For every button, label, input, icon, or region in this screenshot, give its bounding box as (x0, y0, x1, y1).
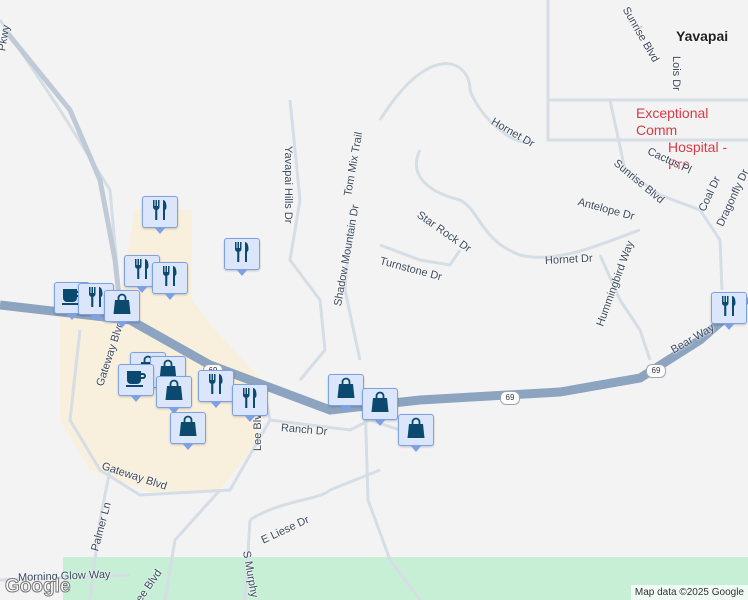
shopping-bag-icon (162, 378, 186, 407)
fork-knife-icon (158, 264, 182, 293)
shopping-marker[interactable] (104, 290, 140, 328)
poi-label-line1: Exceptional Comm (636, 105, 709, 138)
shopping-marker[interactable] (170, 412, 206, 450)
shopping-marker[interactable] (156, 376, 192, 414)
shopping-marker[interactable] (362, 388, 398, 426)
city-label: Yavapai (676, 28, 729, 44)
shopping-bag-icon (404, 416, 428, 445)
parkway (3, 28, 123, 306)
street-label: Hornet Dr (544, 252, 593, 267)
restaurant-marker[interactable] (198, 370, 234, 408)
google-logo: Google (4, 576, 71, 598)
highway-shield: 69 (500, 391, 520, 405)
shopping-bag-icon (110, 292, 134, 321)
fork-knife-icon (230, 240, 254, 269)
shopping-bag-icon (368, 390, 392, 419)
fork-knife-icon (717, 294, 741, 323)
fork-knife-icon (204, 372, 228, 401)
highway-shield: 69 (646, 364, 666, 378)
restaurant-marker[interactable] (711, 292, 747, 330)
fork-knife-icon (238, 386, 262, 415)
restaurant-marker[interactable] (142, 196, 178, 234)
shopping-marker[interactable] (328, 374, 364, 412)
fork-knife-icon (130, 257, 154, 286)
cafe-marker[interactable] (118, 364, 154, 402)
map-canvas[interactable]: Yavapai Exceptional Comm Hospital - Pre … (0, 0, 748, 600)
fork-knife-icon (148, 198, 172, 227)
restaurant-marker[interactable] (152, 262, 188, 300)
hospital-poi[interactable]: Exceptional Comm Hospital - Pre (636, 105, 748, 173)
map-attribution[interactable]: Map data ©2025 Google (630, 585, 748, 600)
shopping-bag-icon (176, 414, 200, 443)
shopping-bag-icon (334, 376, 358, 405)
street-label: Yavapai Hills Dr (282, 146, 294, 224)
restaurant-marker[interactable] (232, 384, 268, 422)
restaurant-marker[interactable] (224, 238, 260, 276)
street-label: Lois Dr (670, 56, 682, 91)
coffee-cup-icon (124, 366, 148, 395)
shopping-marker[interactable] (398, 414, 434, 452)
